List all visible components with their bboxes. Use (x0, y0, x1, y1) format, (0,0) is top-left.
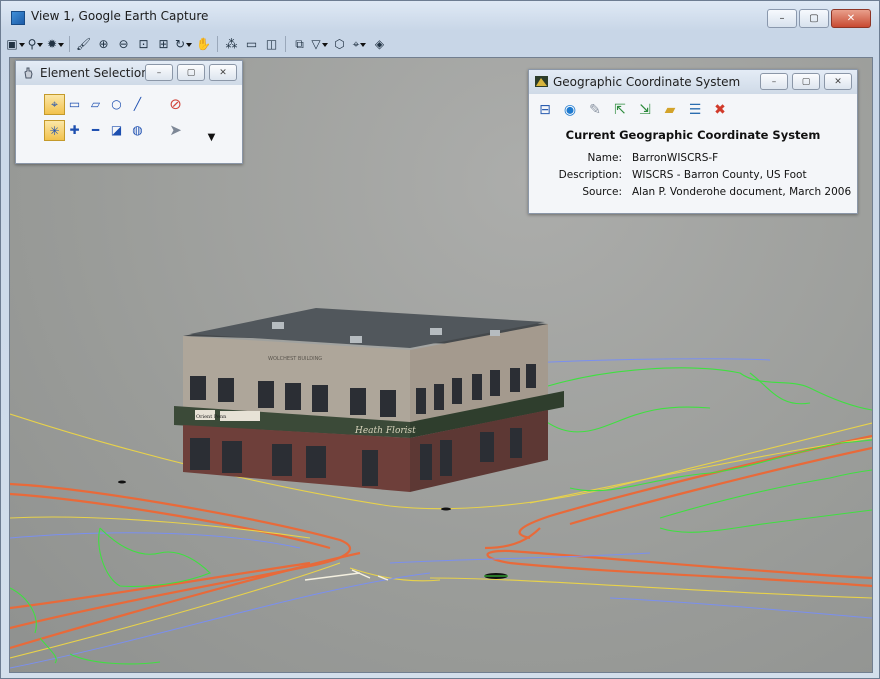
zoom-area-icon[interactable]: ⊡ (135, 36, 152, 53)
close-button[interactable]: ✕ (831, 9, 871, 28)
element-selection-close-button[interactable]: ✕ (209, 64, 237, 81)
folder-open-icon[interactable]: ▰ (660, 100, 680, 120)
gcs-name-label: Name: (587, 152, 622, 164)
gcs-name-value: BarronWISCRS-F (632, 152, 719, 164)
gcs-restore-button[interactable]: ▢ (792, 73, 820, 90)
export-icon[interactable]: ⇱ (610, 100, 630, 120)
shape-select-icon[interactable]: ▱ (86, 94, 105, 113)
title-bar: View 1, Google Earth Capture – ▢ ✕ (1, 1, 879, 31)
gcs-source-label: Source: (582, 186, 622, 198)
more-tools-chevron-icon[interactable]: ▼ (202, 128, 221, 147)
view-3d-icon[interactable]: ⬡ (331, 36, 348, 53)
gcs-app-icon (535, 76, 548, 87)
gcs-source-value: Alan P. Vonderohe document, March 2006 (632, 186, 852, 198)
element-selection-header: Element Selection – ▢ ✕ (16, 61, 242, 85)
element-selection-panel: Element Selection – ▢ ✕ ⌖ ▭ ▱ ○ ╱ ✳ ✚ ━ … (15, 60, 243, 164)
gcs-panel: Geographic Coordinate System – ▢ ✕ ⊟ ◉ ✎… (528, 69, 858, 214)
fit-view-icon[interactable]: ⊞ (155, 36, 172, 53)
zoom-in-icon[interactable]: ⊕ (95, 36, 112, 53)
globe-geo-icon[interactable]: ◉ (560, 100, 580, 120)
new-selection-icon[interactable]: ✳ (44, 120, 65, 141)
brush-icon[interactable]: 🖌 (75, 36, 92, 53)
app-icon (11, 11, 25, 25)
render-icon[interactable]: ◈ (371, 36, 388, 53)
list-icon[interactable]: ☰ (685, 100, 705, 120)
element-selection-tools: ⌖ ▭ ▱ ○ ╱ ✳ ✚ ━ ◪ ◍ ⊘ ➤ ▼ (16, 85, 242, 145)
gcs-description-value: WISCRS - Barron County, US Foot (632, 169, 807, 181)
locate-icon[interactable]: ⌖ (351, 36, 368, 53)
circle-select-icon[interactable]: ○ (107, 94, 126, 113)
element-selection-title: Element Selection (40, 66, 149, 80)
element-selection-minimize-button[interactable]: – (145, 64, 173, 81)
individual-select-icon[interactable]: ⌖ (44, 94, 65, 115)
window-area-icon[interactable]: ▭ (243, 36, 260, 53)
globe-select-icon[interactable]: ◍ (128, 120, 147, 139)
select-all-icon[interactable]: ➤ (166, 120, 185, 139)
invert-selection-icon[interactable]: ◪ (107, 120, 126, 139)
gcs-description-row: Description: WISCRS - Barron County, US … (529, 169, 857, 181)
gcs-minimize-button[interactable]: – (760, 73, 788, 90)
pan-icon[interactable]: ✋ (195, 36, 212, 53)
sign-left: Orient Penn (196, 414, 227, 420)
window-controls: – ▢ ✕ (767, 9, 871, 28)
block-select-icon[interactable]: ▭ (65, 94, 84, 113)
zoom-out-icon[interactable]: ⊖ (115, 36, 132, 53)
view-attributes-icon[interactable]: ✹ (47, 36, 64, 53)
select-coordinate-icon[interactable]: ⊟ (535, 100, 555, 120)
gcs-close-button[interactable]: ✕ (824, 73, 852, 90)
display-style-icon[interactable]: ▽ (311, 36, 328, 53)
rotate-icon[interactable]: ↻ (175, 36, 192, 53)
gcs-heading: Current Geographic Coordinate System (565, 128, 821, 142)
line-select-icon[interactable]: ╱ (128, 94, 147, 113)
zoom-dropdown-icon[interactable]: ⚲ (27, 36, 44, 53)
main-window: View 1, Google Earth Capture – ▢ ✕ ▣ ⚲ ✹… (0, 0, 880, 679)
toolbar-separator (285, 36, 286, 52)
element-selection-restore-button[interactable]: ▢ (177, 64, 205, 81)
gcs-name-row: Name: BarronWISCRS-F (529, 152, 857, 164)
toolbar-separator (217, 36, 218, 52)
pin-icon[interactable]: ✎ (585, 100, 605, 120)
minimize-button[interactable]: – (767, 9, 797, 28)
walk-icon[interactable]: ⁂ (223, 36, 240, 53)
camera-icon[interactable]: ⧉ (291, 36, 308, 53)
building-3d-model: Orient Penn Heath Florist WOLCHEST BUILD… (174, 308, 564, 492)
import-icon[interactable]: ⇲ (635, 100, 655, 120)
gcs-title: Geographic Coordinate System (553, 75, 741, 89)
gcs-source-row: Source: Alan P. Vonderohe document, Marc… (529, 186, 857, 198)
view-toolbar: ▣ ⚲ ✹ 🖌 ⊕ ⊖ ⊡ ⊞ ↻ ✋ ⁂ ▭ ◫ ⧉ ▽ ⬡ ⌖ ◈ (6, 33, 873, 55)
delete-icon[interactable]: ✖ (710, 100, 730, 120)
window-title: View 1, Google Earth Capture (31, 9, 209, 23)
sign-right: Heath Florist (354, 426, 416, 436)
view-settings-icon[interactable]: ▣ (6, 36, 24, 53)
gcs-toolbar: ⊟ ◉ ✎ ⇱ ⇲ ▰ ☰ ✖ (529, 94, 857, 122)
clear-selection-icon[interactable]: ⊘ (166, 94, 185, 113)
gcs-description-label: Description: (558, 169, 622, 181)
hand-pointer-icon (24, 67, 33, 79)
add-selection-icon[interactable]: ✚ (65, 120, 84, 139)
cornice-label: WOLCHEST BUILDING (268, 356, 322, 362)
design-viewport[interactable]: Orient Penn Heath Florist WOLCHEST BUILD… (9, 57, 873, 673)
toolbar-separator (69, 36, 70, 52)
subtract-selection-icon[interactable]: ━ (86, 120, 105, 139)
maximize-button[interactable]: ▢ (799, 9, 829, 28)
previous-view-icon[interactable]: ◫ (263, 36, 280, 53)
gcs-header: Geographic Coordinate System – ▢ ✕ (529, 70, 857, 94)
